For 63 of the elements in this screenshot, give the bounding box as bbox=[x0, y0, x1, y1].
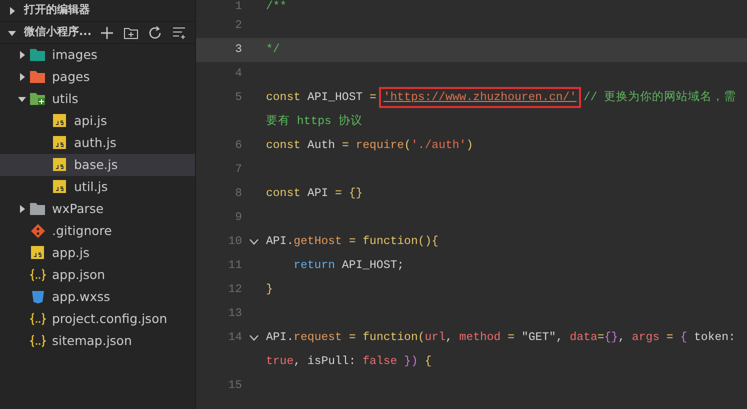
file-tree-item[interactable]: wxParse bbox=[0, 198, 195, 220]
json-file-icon bbox=[30, 312, 46, 326]
line-number: 8 bbox=[235, 187, 242, 200]
section-title[interactable]: 微信小程序... bbox=[24, 24, 99, 41]
collapsed-arrow-icon[interactable] bbox=[18, 205, 26, 213]
expanded-arrow-icon[interactable] bbox=[8, 28, 16, 36]
section-title[interactable]: 打开的编辑器 bbox=[24, 2, 195, 19]
line-number: 2 bbox=[235, 19, 242, 32]
line-number: 5 bbox=[235, 91, 242, 104]
file-tree-item[interactable]: base.js bbox=[0, 154, 195, 176]
file-tree-item[interactable]: app.json bbox=[0, 264, 195, 286]
code-line: const API_HOST = 'https://www.zhuzhouren.cn/' // 更换为你的网站域名，需 bbox=[266, 91, 736, 104]
line-number: 9 bbox=[235, 211, 242, 224]
code-line: */ bbox=[266, 43, 280, 56]
css-file-icon bbox=[30, 290, 46, 304]
line-number: 6 bbox=[235, 139, 242, 152]
expanded-arrow-icon[interactable] bbox=[18, 95, 26, 103]
code-line: /** bbox=[266, 0, 287, 13]
line-number: 11 bbox=[228, 259, 242, 272]
fold-chevron-icon[interactable] bbox=[249, 238, 259, 246]
file-tree-item[interactable]: utils bbox=[0, 88, 195, 110]
refresh-icon[interactable] bbox=[147, 24, 163, 40]
line-number: 13 bbox=[228, 307, 242, 320]
line-number: 4 bbox=[235, 67, 242, 80]
js-file-icon bbox=[52, 114, 68, 128]
collapsed-arrow-icon[interactable] bbox=[18, 51, 26, 59]
file-tree-item[interactable]: app.js bbox=[0, 242, 195, 264]
file-tree-item[interactable]: api.js bbox=[0, 110, 195, 132]
code-line: return API_HOST; bbox=[292, 259, 404, 272]
js-file-icon bbox=[52, 158, 68, 172]
code-line: const API = {} bbox=[266, 187, 363, 200]
js-file-icon bbox=[52, 136, 68, 150]
collapsed-arrow-icon[interactable] bbox=[8, 6, 16, 14]
code-line: API.getHost = function(){ bbox=[266, 235, 439, 248]
plus-icon[interactable] bbox=[99, 24, 115, 40]
code-line: const Auth = require('./auth') bbox=[266, 139, 474, 152]
line-number: 1 bbox=[235, 0, 242, 13]
code-line: API.request = function(url, method = "GET", data={}, args = { token: bbox=[266, 331, 736, 344]
json-file-icon bbox=[30, 334, 46, 348]
line-number: 14 bbox=[228, 331, 242, 344]
line-number: 12 bbox=[228, 283, 242, 296]
file-tree-item[interactable]: project.config.json bbox=[0, 308, 195, 330]
file-tree-item[interactable]: sitemap.json bbox=[0, 330, 195, 352]
fold-chevron-icon[interactable] bbox=[249, 334, 259, 342]
line-number: 10 bbox=[228, 235, 242, 248]
collapse-all-icon[interactable] bbox=[171, 24, 187, 40]
file-tree-item[interactable]: images bbox=[0, 44, 195, 66]
code-line: 要有 https 协议 bbox=[266, 115, 362, 128]
line-number: 15 bbox=[228, 379, 242, 392]
line-number: 3 bbox=[235, 43, 242, 56]
json-file-icon bbox=[30, 268, 46, 282]
collapsed-arrow-icon[interactable] bbox=[18, 73, 26, 81]
file-tree-item[interactable]: app.wxss bbox=[0, 286, 195, 308]
code-line: true, isPull: false }) { bbox=[266, 355, 432, 368]
line-number: 7 bbox=[235, 163, 242, 176]
js-file-icon bbox=[52, 180, 68, 194]
file-tree-item[interactable]: auth.js bbox=[0, 132, 195, 154]
file-tree-item[interactable]: util.js bbox=[0, 176, 195, 198]
file-tree-item[interactable]: pages bbox=[0, 66, 195, 88]
file-tree-item[interactable]: .gitignore bbox=[0, 220, 195, 242]
js-file-icon bbox=[30, 246, 46, 260]
code-line: } bbox=[266, 283, 273, 296]
git-file-icon bbox=[30, 224, 46, 238]
